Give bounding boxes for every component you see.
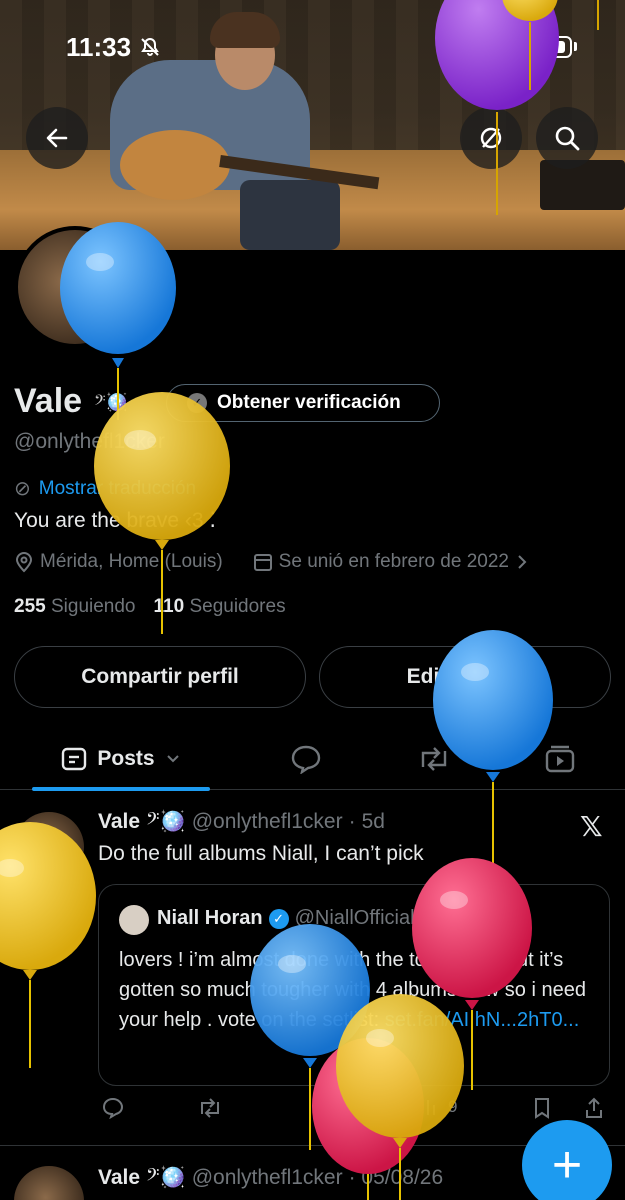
translate-small-icon: ⊘ bbox=[14, 478, 31, 500]
quote-text: lovers ! i’m almost done with the tour s… bbox=[119, 945, 599, 1035]
x-logo-icon: 𝕏 bbox=[580, 811, 603, 842]
signal-icon bbox=[448, 38, 477, 56]
wifi-icon bbox=[490, 35, 518, 56]
bookmark-button[interactable] bbox=[532, 1097, 552, 1119]
tab-replies[interactable] bbox=[276, 728, 336, 790]
profile-meta: Mérida, Home (Louis) Se unió en febrero … bbox=[14, 551, 529, 573]
post-actions: 9 bbox=[98, 1097, 610, 1127]
bookmark-icon bbox=[535, 1098, 549, 1119]
post-author-emoji: 𝄢🪩 bbox=[146, 810, 186, 833]
back-button[interactable] bbox=[26, 107, 88, 169]
banner-guitar bbox=[120, 130, 230, 200]
battery-tip bbox=[574, 42, 577, 51]
tab-media[interactable] bbox=[530, 728, 590, 790]
profile-handle: @onlythefl1cker bbox=[14, 430, 165, 453]
post2-author-handle: @onlythefl1cker bbox=[191, 1166, 343, 1189]
reply-button[interactable] bbox=[102, 1097, 124, 1119]
post2-date: · 05/08/26 bbox=[348, 1166, 444, 1189]
compose-plus-icon: + bbox=[551, 1136, 583, 1194]
profile-name-emoji: 𝄢🪩 bbox=[94, 392, 128, 412]
bell-slash-icon bbox=[140, 37, 160, 63]
calendar-icon bbox=[253, 554, 272, 571]
get-verified-button[interactable]: ✓ Obtener verificación bbox=[166, 384, 440, 422]
translate-icon bbox=[480, 127, 502, 149]
followers-label: Seguidores bbox=[189, 596, 286, 617]
quote-time: 5d bbox=[433, 907, 456, 929]
verified-check-icon: ✓ bbox=[187, 393, 207, 413]
media-icon bbox=[545, 745, 575, 773]
profile-tabs: Posts bbox=[0, 728, 625, 791]
location-icon bbox=[15, 552, 33, 573]
post-dot: · bbox=[348, 810, 356, 833]
banner-wall bbox=[0, 0, 625, 150]
post2-header: Vale 𝄢🪩 @onlythefl1cker · 05/08/26 bbox=[98, 1166, 443, 1190]
profile-joined: Se unió en febrero de 2022 bbox=[278, 551, 509, 572]
banner-person-legs bbox=[240, 180, 340, 250]
search-button[interactable] bbox=[536, 107, 598, 169]
tab-reposts[interactable] bbox=[404, 728, 464, 790]
profile-name: Vale bbox=[14, 382, 83, 420]
quote-author-handle: @NiallOfficial bbox=[294, 907, 415, 929]
translate-button[interactable] bbox=[460, 107, 522, 169]
profile-location: Mérida, Home (Louis) bbox=[40, 551, 223, 572]
quoted-post[interactable]: Niall Horan ✓ @NiallOfficial · 5d lovers… bbox=[98, 884, 610, 1086]
search-icon bbox=[555, 126, 580, 151]
profile-bio: You are the brave ‹3 ⁚ bbox=[14, 509, 217, 532]
battery-icon bbox=[530, 36, 572, 58]
post2-author-name: Vale bbox=[98, 1166, 141, 1189]
repost-button[interactable] bbox=[198, 1097, 222, 1119]
quote-link[interactable]: set.fan/AI.hN...2hT0... bbox=[385, 1009, 580, 1031]
following-label: Siguiendo bbox=[50, 596, 136, 617]
post-item[interactable]: Vale 𝄢🪩 @onlythefl1cker · 5d 𝕏 Do the fu… bbox=[0, 792, 625, 1146]
following-count: 255 bbox=[14, 596, 46, 617]
quote-dot: · bbox=[420, 907, 428, 929]
profile-avatar[interactable] bbox=[14, 226, 136, 348]
share-profile-button[interactable]: Compartir perfil bbox=[14, 646, 306, 708]
chevron-down-icon bbox=[166, 755, 179, 763]
quote-author-name: Niall Horan bbox=[157, 907, 263, 929]
follow-stats: 255 Siguiendo 110 Seguidores bbox=[14, 596, 286, 618]
reply-icon bbox=[102, 1097, 124, 1119]
compose-button[interactable]: + bbox=[522, 1120, 612, 1200]
like-button[interactable] bbox=[314, 1097, 336, 1117]
show-translation-link[interactable]: ⊘ Mostrar traducción bbox=[14, 476, 196, 501]
following-link[interactable]: 255 Siguiendo bbox=[14, 596, 136, 618]
posts-icon bbox=[62, 747, 87, 771]
post-header: Vale 𝄢🪩 @onlythefl1cker · 5d bbox=[98, 810, 385, 834]
reply-bubble-icon bbox=[291, 745, 321, 774]
tab-posts-label: Posts bbox=[97, 747, 155, 770]
banner-person-hair bbox=[210, 12, 280, 48]
views-button[interactable]: 9 bbox=[418, 1097, 457, 1117]
views-count: 9 bbox=[448, 1097, 458, 1116]
share-icon bbox=[586, 1097, 602, 1118]
verified-badge-icon: ✓ bbox=[268, 908, 289, 929]
post2-author-emoji: 𝄢🪩 bbox=[146, 1166, 186, 1189]
status-time: 11:33 bbox=[66, 32, 132, 62]
post-avatar[interactable] bbox=[14, 812, 84, 882]
post-text: Do the full albums Niall, I can’t pick bbox=[98, 842, 424, 865]
tab-posts[interactable]: Posts bbox=[32, 728, 210, 791]
quote-header: Niall Horan ✓ @NiallOfficial · 5d bbox=[157, 907, 455, 930]
like-icon bbox=[314, 1097, 336, 1117]
post2-avatar[interactable] bbox=[14, 1166, 84, 1200]
repost-tab-icon bbox=[421, 747, 447, 771]
chevron-right-icon[interactable] bbox=[515, 553, 529, 571]
show-translation-label: Mostrar traducción bbox=[38, 477, 197, 499]
post-author-handle: @onlythefl1cker bbox=[191, 810, 343, 833]
followers-count: 110 bbox=[153, 596, 185, 617]
followers-link[interactable]: 110 Seguidores bbox=[154, 596, 286, 618]
post-time: 5d bbox=[361, 810, 385, 833]
repost-icon bbox=[201, 1098, 219, 1118]
share-button[interactable] bbox=[584, 1097, 604, 1119]
get-verified-label: Obtener verificación bbox=[217, 392, 401, 413]
back-arrow-icon bbox=[46, 128, 68, 148]
banner-amp bbox=[540, 160, 625, 210]
post-author-name: Vale bbox=[98, 810, 141, 833]
edit-profile-button[interactable]: Editar perfil bbox=[319, 646, 611, 708]
quote-avatar bbox=[119, 905, 149, 935]
views-icon bbox=[421, 1100, 435, 1115]
